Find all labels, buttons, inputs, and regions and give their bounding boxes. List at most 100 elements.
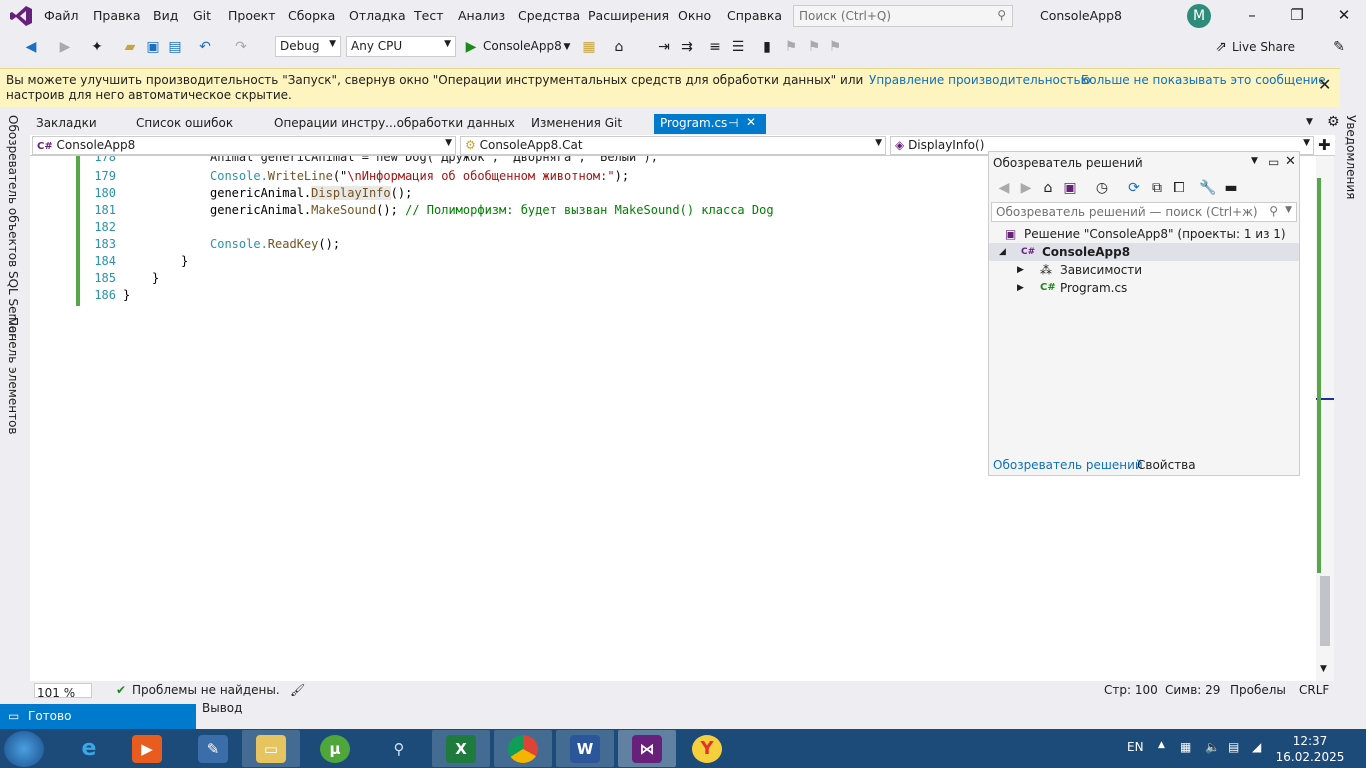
tab-data-operations[interactable]: Операции инстру...обработки данных [268, 114, 521, 134]
menu-edit[interactable]: Правка [93, 8, 141, 23]
column-indicator[interactable]: Симв: 29 [1165, 683, 1220, 697]
spaces-indicator[interactable]: Пробелы [1230, 683, 1286, 697]
taskbar-chrome[interactable] [494, 730, 552, 767]
taskbar-word[interactable]: W [556, 730, 614, 767]
back-icon[interactable]: ◀ [995, 179, 1013, 197]
maximize-icon[interactable]: ❐ [1285, 6, 1309, 26]
maximize-icon[interactable]: ▭ [1268, 155, 1279, 169]
step-over-icon[interactable]: ⇉ [678, 38, 696, 56]
tab-solution-explorer[interactable]: Обозреватель решений [993, 458, 1143, 476]
menu-analyze[interactable]: Анализ [458, 8, 505, 23]
close-icon[interactable]: ✕ [1285, 154, 1296, 169]
type-dropdown[interactable]: ⚙ ConsoleApp8.Cat ▼ [460, 136, 886, 155]
clear-bookmark-icon[interactable]: ⚑ [826, 38, 844, 56]
step-icon[interactable]: ⇥ [655, 38, 673, 56]
back-icon[interactable]: ◀ [22, 38, 40, 56]
save-all-icon[interactable]: ▤ [166, 38, 184, 56]
solution-search-input[interactable]: Обозреватель решений — поиск (Ctrl+ж) ⚲ … [991, 202, 1297, 222]
taskbar-ie[interactable]: e [60, 730, 118, 767]
history-icon[interactable]: ◷ [1093, 179, 1111, 197]
home-icon[interactable]: ⌂ [610, 38, 628, 56]
menu-file[interactable]: Файл [44, 8, 79, 23]
tab-error-list[interactable]: Список ошибок [130, 114, 239, 134]
tab-git-changes[interactable]: Изменения Git [525, 114, 628, 134]
chevron-down-icon[interactable]: ▼ [1285, 205, 1292, 215]
signal-icon[interactable]: ◢ [1252, 740, 1261, 754]
redo-icon[interactable]: ↷ [232, 38, 250, 56]
live-share-button[interactable]: Live Share [1232, 40, 1295, 54]
expanded-icon[interactable]: ◢ [999, 247, 1006, 257]
close-icon[interactable]: ✕ [1318, 75, 1331, 94]
tab-program-cs[interactable]: Program.cs ⊣ ✕ [654, 114, 766, 134]
start-debugging-button[interactable]: ConsoleApp8 [483, 39, 562, 53]
chevron-down-icon[interactable]: ▼ [1306, 117, 1313, 127]
format-icon[interactable]: ≡ [706, 38, 724, 56]
menu-view[interactable]: Вид [153, 8, 178, 23]
zoom-dropdown[interactable]: 101 % [34, 683, 92, 700]
close-icon[interactable]: ✕ [1332, 6, 1356, 26]
toolbox-tab[interactable]: Панель элементов [6, 317, 20, 435]
language-indicator[interactable]: EN [1127, 740, 1144, 754]
volume-icon[interactable]: 🔈 [1205, 740, 1220, 754]
menu-window[interactable]: Окно [678, 8, 711, 23]
feedback-icon[interactable]: ✎ [1330, 38, 1348, 56]
platform-dropdown[interactable]: Any CPU ▼ [346, 36, 456, 57]
minimize-icon[interactable]: – [1240, 6, 1264, 26]
project-dropdown[interactable]: C# ConsoleApp8 ▼ [32, 136, 456, 155]
dismiss-message-link[interactable]: Больше не показывать это сообщение [1081, 73, 1326, 87]
avatar[interactable]: M [1187, 4, 1211, 28]
home-icon[interactable]: ⌂ [1039, 179, 1057, 197]
pin-icon[interactable]: ⊣ [728, 116, 738, 130]
taskbar-visual-studio[interactable]: ⋈ [618, 730, 676, 767]
chevron-up-icon[interactable]: ▲ [1158, 740, 1165, 750]
save-icon[interactable]: ▣ [144, 38, 162, 56]
eol-indicator[interactable]: CRLF [1299, 683, 1329, 697]
action-center-icon[interactable]: ▤ [1228, 740, 1239, 754]
system-clock[interactable]: 12:37 16.02.2025 [1270, 733, 1350, 765]
next-bookmark-icon[interactable]: ⚑ [805, 38, 823, 56]
prev-bookmark-icon[interactable]: ⚑ [782, 38, 800, 56]
taskbar-explorer[interactable]: ▭ [242, 730, 300, 767]
live-share-icon[interactable]: ⇗ [1212, 38, 1230, 56]
line-indicator[interactable]: Стр: 100 [1104, 683, 1158, 697]
new-item-icon[interactable]: ✦ [88, 38, 106, 56]
menu-test[interactable]: Тест [414, 8, 443, 23]
menu-build[interactable]: Сборка [288, 8, 335, 23]
split-icon[interactable]: ✚ [1318, 136, 1331, 154]
browse-icon[interactable]: ▦ [580, 38, 598, 56]
taskbar-media[interactable]: ▶ [118, 730, 176, 767]
show-all-files-icon[interactable]: ⧠ [1170, 179, 1188, 197]
refresh-icon[interactable]: ⟳ [1125, 179, 1143, 197]
tab-bookmarks[interactable]: Закладки [30, 114, 103, 134]
start-button[interactable] [4, 731, 44, 767]
forward-icon[interactable]: ▶ [56, 38, 74, 56]
bookmark-icon[interactable]: ▮ [758, 38, 776, 56]
close-icon[interactable]: ✕ [746, 115, 756, 129]
taskbar-utorrent[interactable]: µ [306, 730, 364, 767]
start-debugging-icon[interactable]: ▶ [462, 38, 480, 56]
visual-studio-logo-icon[interactable] [10, 6, 32, 26]
tree-project[interactable]: ◢ C# ConsoleApp8 [989, 243, 1299, 261]
tree-solution[interactable]: ▣ Решение "ConsoleApp8" (проекты: 1 из 1… [989, 225, 1299, 243]
taskbar-excel[interactable]: X [432, 730, 490, 767]
configuration-dropdown[interactable]: Debug ▼ [275, 36, 341, 57]
chevron-down-icon[interactable]: ▼ [558, 38, 576, 56]
properties-icon[interactable]: 🔧 [1199, 179, 1217, 197]
problems-status[interactable]: Проблемы не найдены. [132, 683, 280, 697]
taskbar-network[interactable]: ⚲ [370, 730, 428, 767]
sql-server-explorer-tab[interactable]: Обозреватель объектов SQL Server [6, 115, 20, 338]
menu-tools[interactable]: Средства [518, 8, 580, 23]
switch-views-icon[interactable]: ▣ [1061, 179, 1079, 197]
menu-project[interactable]: Проект [228, 8, 276, 23]
tree-dependencies[interactable]: ▶ ⁂ Зависимости [989, 261, 1299, 279]
notifications-tab[interactable]: Уведомления [1344, 115, 1358, 199]
menu-debug[interactable]: Отладка [349, 8, 406, 23]
collapsed-icon[interactable]: ▶ [1017, 265, 1024, 275]
preview-icon[interactable]: ▬ [1222, 179, 1240, 197]
collapse-all-icon[interactable]: ⧉ [1148, 179, 1166, 197]
forward-icon[interactable]: ▶ [1017, 179, 1035, 197]
taskbar-tools[interactable]: ✎ [184, 730, 242, 767]
menu-help[interactable]: Справка [727, 8, 782, 23]
output-tab[interactable]: Вывод [202, 701, 242, 715]
taskbar-yandex[interactable]: Y [678, 730, 736, 767]
